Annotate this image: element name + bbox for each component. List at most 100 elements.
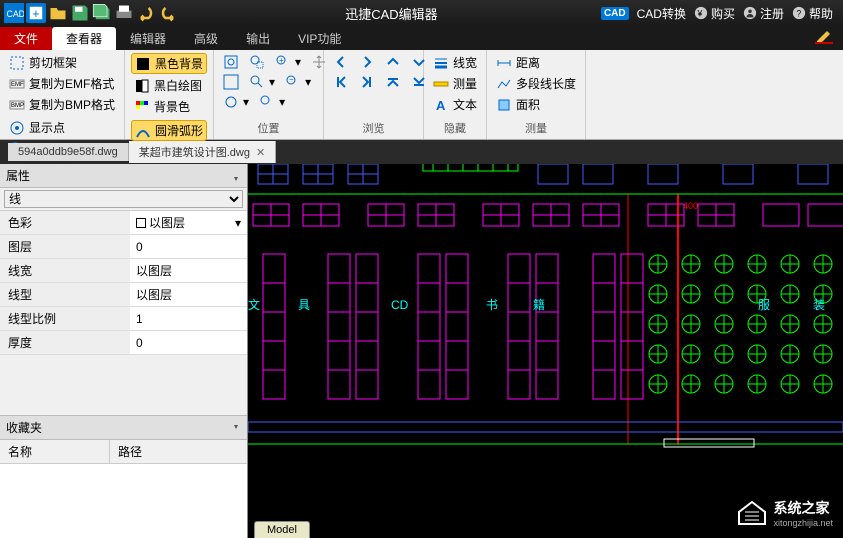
nav-up-icon[interactable] — [382, 53, 404, 71]
ribbon-group-hide: 线宽 测量 A文本 隐藏 — [424, 50, 487, 139]
new-icon[interactable]: + — [26, 3, 46, 23]
zoom-window-icon[interactable] — [246, 53, 268, 71]
file-tabs: 594a0ddb9e58f.dwg 某超市建筑设计图.dwg✕ — [0, 140, 843, 164]
zoom-fit-icon[interactable] — [220, 53, 242, 71]
prop-linewidth-value[interactable]: 以图层 — [130, 259, 247, 282]
prop-layer-value[interactable]: 0 — [130, 235, 247, 258]
file-tab-1[interactable]: 594a0ddb9e58f.dwg — [8, 143, 129, 161]
prop-ltscale-key: 线型比例 — [0, 307, 130, 330]
ribbon-group-browse-label: 浏览 — [330, 118, 417, 136]
cad-convert-button[interactable]: CAD转换 — [637, 5, 686, 22]
close-tab-icon[interactable]: ✕ — [256, 146, 265, 159]
prop-linetype-key: 线型 — [0, 283, 130, 306]
svg-text:CAD: CAD — [7, 9, 25, 19]
ribbon-group-measure-label: 测量 — [493, 118, 579, 136]
menu-file[interactable]: 文件 — [0, 27, 52, 50]
menu-advanced[interactable]: 高级 — [180, 27, 232, 50]
sidebar: 属性 线 色彩以图层▾ 图层0 线宽以图层 线型以图层 线型比例1 厚度0 收藏… — [0, 164, 248, 538]
svg-text:装: 装 — [813, 298, 825, 312]
svg-text:服: 服 — [758, 298, 770, 312]
svg-text:+: + — [279, 56, 284, 65]
zoom-center-icon[interactable]: ▾ — [256, 93, 288, 111]
copy-emf-button[interactable]: EMF复制为EMF格式 — [6, 74, 118, 93]
bg-color-button[interactable]: 背景色 — [131, 97, 207, 116]
prop-linetype-value[interactable]: 以图层 — [130, 283, 247, 306]
buy-button[interactable]: ¥购买 — [694, 5, 735, 22]
save-all-icon[interactable] — [92, 3, 112, 23]
prop-color-value[interactable]: 以图层▾ — [130, 211, 247, 234]
svg-text:CD: CD — [391, 298, 409, 312]
ribbon-group-tools: 剪切框架 EMF复制为EMF格式 BMP复制为BMP格式 显示点 查找文字 修剪… — [0, 50, 125, 139]
ribbon-group-position-label: 位置 — [220, 118, 317, 136]
measure-button[interactable]: 测量 — [430, 74, 480, 93]
menu-vip[interactable]: VIP功能 — [284, 27, 355, 50]
model-tab[interactable]: Model — [254, 521, 310, 538]
nav-top-icon[interactable] — [382, 73, 404, 91]
area-button[interactable]: 面积 — [493, 95, 579, 114]
cad-badge-icon: CAD — [601, 7, 629, 20]
svg-text:书: 书 — [486, 298, 498, 312]
watermark: 系统之家 xitongzhijia.net — [737, 498, 833, 528]
linewidth-button[interactable]: 线宽 — [430, 53, 480, 72]
cad-drawing: 400 — [248, 164, 843, 538]
svg-text:文: 文 — [248, 297, 260, 312]
nav-last-icon[interactable] — [356, 73, 378, 91]
properties-table: 色彩以图层▾ 图层0 线宽以图层 线型以图层 线型比例1 厚度0 — [0, 211, 247, 355]
svg-text:400: 400 — [683, 201, 698, 211]
title-bar: CAD + 迅捷CAD编辑器 CAD CAD转换 ¥购买 注册 ?帮助 — [0, 0, 843, 26]
ribbon-group-hide-label: 隐藏 — [430, 118, 480, 136]
object-type-select[interactable]: 线 — [4, 190, 243, 208]
clip-frame-button[interactable]: 剪切框架 — [6, 53, 118, 72]
copy-bmp-button[interactable]: BMP复制为BMP格式 — [6, 95, 118, 114]
print-icon[interactable] — [114, 3, 134, 23]
zoom-scale-icon[interactable]: ▾ — [220, 93, 252, 111]
black-bg-button[interactable]: 黑色背景 — [131, 53, 207, 74]
nav-first-icon[interactable] — [330, 73, 352, 91]
svg-text:EMF: EMF — [11, 82, 24, 88]
zoom-extents-icon[interactable] — [220, 73, 242, 91]
help-button[interactable]: ?帮助 — [792, 5, 833, 22]
prop-thickness-value[interactable]: 0 — [130, 331, 247, 354]
nav-left-icon[interactable] — [330, 53, 352, 71]
favorites-panel-header: 收藏夹 — [0, 415, 247, 440]
svg-text:具: 具 — [298, 298, 310, 312]
distance-button[interactable]: 距离 — [493, 53, 579, 72]
bw-draw-button[interactable]: 黑白绘图 — [131, 76, 207, 95]
zoom-in-icon[interactable]: +▾ — [272, 53, 304, 71]
zoom-out-icon[interactable]: −▾ — [282, 73, 314, 91]
pin-icon[interactable] — [231, 419, 241, 429]
quick-access-toolbar: CAD + — [0, 3, 182, 23]
smooth-arc-button[interactable]: 圆滑弧形 — [131, 120, 207, 141]
open-icon[interactable] — [48, 3, 68, 23]
favorites-col-name: 名称 — [0, 440, 110, 463]
menu-editor[interactable]: 编辑器 — [116, 27, 180, 50]
app-icon[interactable]: CAD — [4, 3, 24, 23]
menu-output[interactable]: 输出 — [232, 27, 284, 50]
nav-right-icon[interactable] — [356, 53, 378, 71]
ribbon: 剪切框架 EMF复制为EMF格式 BMP复制为BMP格式 显示点 查找文字 修剪… — [0, 50, 843, 140]
favorites-col-path: 路径 — [110, 440, 150, 463]
undo-icon[interactable] — [136, 3, 156, 23]
drawing-canvas[interactable]: 400 — [248, 164, 843, 538]
pin-icon[interactable] — [231, 171, 241, 181]
file-tab-2[interactable]: 某超市建筑设计图.dwg✕ — [129, 141, 276, 163]
object-type-selector[interactable]: 线 — [0, 188, 247, 211]
color-swatch-icon — [136, 218, 146, 228]
prop-ltscale-value[interactable]: 1 — [130, 307, 247, 330]
edit-pencil-button[interactable] — [815, 29, 843, 48]
zoom-region-icon[interactable]: ▾ — [246, 73, 278, 91]
ribbon-group-measure: 距离 多段线长度 面积 测量 — [487, 50, 586, 139]
properties-panel-header: 属性 — [0, 164, 247, 188]
show-point-button[interactable]: 显示点 — [6, 118, 118, 137]
save-icon[interactable] — [70, 3, 90, 23]
polyline-length-button[interactable]: 多段线长度 — [493, 74, 579, 93]
menu-viewer[interactable]: 查看器 — [52, 27, 116, 50]
redo-icon[interactable] — [158, 3, 178, 23]
svg-text:BMP: BMP — [11, 103, 24, 109]
svg-text:+: + — [32, 7, 39, 21]
workspace: 属性 线 色彩以图层▾ 图层0 线宽以图层 线型以图层 线型比例1 厚度0 收藏… — [0, 164, 843, 538]
text-button[interactable]: A文本 — [430, 95, 480, 114]
svg-text:籍: 籍 — [533, 297, 545, 312]
svg-text:¥: ¥ — [696, 9, 702, 19]
register-button[interactable]: 注册 — [743, 5, 784, 22]
